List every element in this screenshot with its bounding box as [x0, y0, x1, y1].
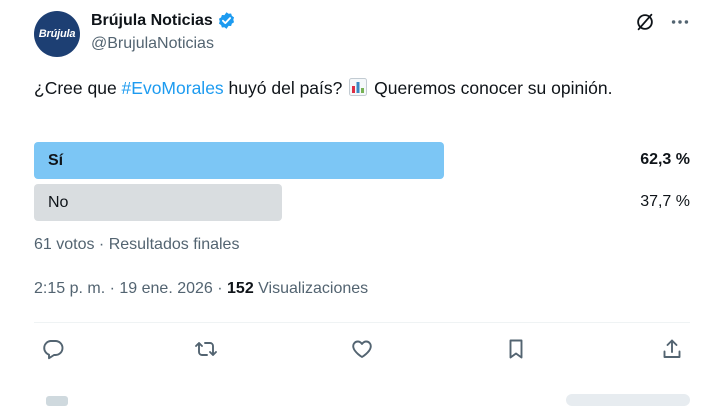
reply-icon[interactable]: [40, 336, 66, 362]
account-handle[interactable]: @BrujulaNoticias: [91, 35, 214, 53]
bar-chart-emoji-icon: [349, 77, 368, 103]
poll-option-percent: 37,7 %: [640, 193, 690, 210]
poll-option-yes[interactable]: Sí: [34, 142, 444, 179]
tweet-text: ¿Cree que #EvoMorales huyó del país? Que…: [34, 75, 674, 103]
tweet-text-end: Queremos conocer su opinión.: [369, 78, 613, 98]
account-name-row[interactable]: Brújula Noticias: [91, 11, 236, 30]
like-icon[interactable]: [349, 336, 375, 362]
avatar-text: Brújula: [38, 28, 76, 40]
partial-button[interactable]: [566, 394, 690, 406]
tweet-date[interactable]: 19 ene. 2026: [119, 280, 212, 297]
account-name[interactable]: Brújula Noticias: [91, 12, 213, 30]
more-icon[interactable]: [669, 11, 691, 33]
avatar[interactable]: Brújula: [34, 11, 80, 57]
meta-separator: ·: [212, 280, 228, 297]
tweet-text-middle: huyó del país?: [223, 78, 348, 98]
verified-badge-icon: [217, 11, 236, 30]
views-label: Visualizaciones: [253, 280, 369, 297]
poll-option-no[interactable]: No: [34, 184, 282, 221]
views-count: 152: [227, 280, 254, 297]
tweet-text-start: ¿Cree que: [34, 78, 122, 98]
grok-icon[interactable]: [634, 11, 656, 33]
retweet-icon[interactable]: [193, 336, 219, 362]
bookmark-icon[interactable]: [503, 336, 529, 362]
poll-option-label: Sí: [48, 151, 64, 169]
partial-icon: [46, 396, 68, 406]
poll-option-label: No: [48, 193, 69, 211]
hashtag-link[interactable]: #EvoMorales: [122, 78, 224, 98]
tweet-time[interactable]: 2:15 p. m.: [34, 280, 105, 297]
share-icon[interactable]: [659, 336, 685, 362]
poll-summary: 61 votos · Resultados finales: [34, 236, 240, 253]
meta-separator: ·: [105, 280, 120, 297]
tweet-meta: 2:15 p. m. · 19 ene. 2026 · 152 Visualiz…: [34, 280, 368, 298]
divider: [34, 322, 690, 323]
poll-option-percent: 62,3 %: [640, 151, 690, 168]
